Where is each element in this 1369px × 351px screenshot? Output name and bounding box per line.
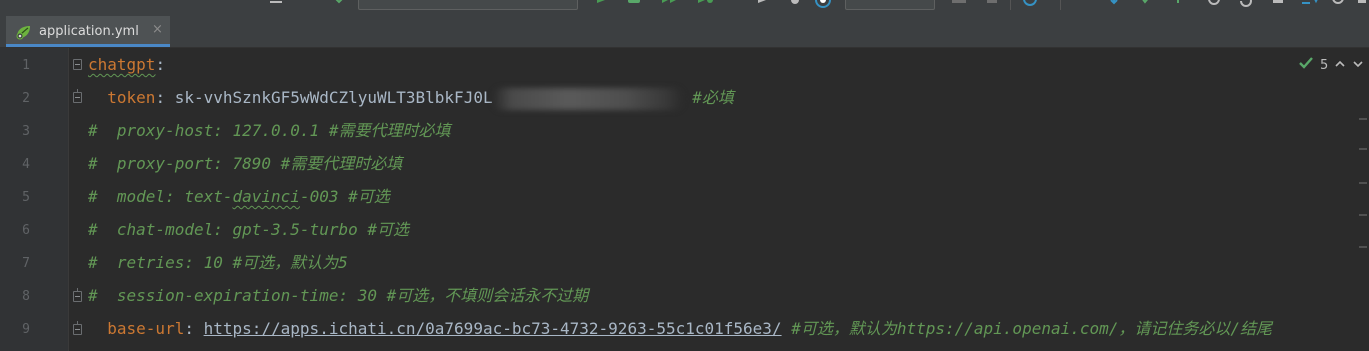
ide-settings-icon[interactable] bbox=[1330, 0, 1346, 8]
code-line-3[interactable]: # proxy-host: 127.0.0.1 #需要代理时必填 bbox=[88, 114, 450, 147]
settings-icon[interactable] bbox=[950, 0, 968, 8]
profile-avatar-icon[interactable] bbox=[1270, 0, 1286, 8]
line-number: 1 bbox=[22, 58, 30, 73]
fold-marker[interactable] bbox=[73, 59, 82, 70]
vcs-update-icon[interactable] bbox=[1108, 0, 1120, 8]
scroll-marker bbox=[1359, 148, 1367, 150]
stop-icon[interactable] bbox=[756, 0, 768, 8]
code-line-4[interactable]: # proxy-port: 7890 #需要代理时必填 bbox=[88, 147, 402, 180]
scroll-marker bbox=[1359, 214, 1367, 216]
url-link[interactable]: https://apps.ichati.cn/0a7699ac-bc73-473… bbox=[204, 319, 782, 338]
line-number: 6 bbox=[22, 223, 30, 238]
yaml-comment: # chat-model: gpt-3.5-turbo #可选 bbox=[88, 220, 409, 239]
main-toolbar bbox=[0, 0, 1369, 14]
scroll-marker bbox=[1359, 118, 1367, 120]
search-everywhere-icon[interactable] bbox=[1022, 0, 1040, 8]
expand-icon[interactable] bbox=[1356, 0, 1368, 8]
redacted-blur bbox=[492, 87, 683, 110]
code-line-2[interactable]: token: sk-vvhSznkGF5wWdCZlyuWLT3BlbkFJ0L… bbox=[88, 81, 734, 114]
line-number: 3 bbox=[22, 124, 30, 139]
token-value: sk-vvhSznkGF5wWdCZlyuWLT3BlbkFJ0L bbox=[174, 88, 493, 107]
coverage-icon[interactable] bbox=[660, 0, 680, 8]
fold-marker[interactable] bbox=[73, 89, 82, 103]
editor-tab-bar: application.yml × bbox=[0, 14, 1369, 48]
line-number: 7 bbox=[22, 256, 30, 271]
yaml-comment: -003 #可选 bbox=[299, 187, 390, 206]
inspection-count: 5 bbox=[1320, 57, 1329, 73]
debug-icon[interactable] bbox=[626, 0, 642, 8]
yaml-key: token bbox=[107, 88, 156, 107]
yaml-comment: #必填 bbox=[692, 88, 734, 107]
spring-leaf-icon bbox=[15, 24, 33, 40]
tab-application-yml[interactable]: application.yml × bbox=[6, 16, 170, 47]
vcs-commit-icon[interactable] bbox=[1140, 0, 1152, 8]
profile-icon[interactable] bbox=[696, 0, 716, 8]
yaml-comment: #可选，默认为https://api.openai.com/，请记住务必以/结尾 bbox=[791, 319, 1273, 338]
code-line-5[interactable]: # model: text-davinci-003 #可选 bbox=[88, 180, 390, 213]
line-number: 4 bbox=[22, 157, 30, 172]
layout-icon[interactable] bbox=[985, 0, 999, 8]
yaml-comment: # retries: 10 #可选，默认为5 bbox=[88, 253, 348, 272]
line-number: 2 bbox=[22, 91, 30, 106]
run-config-selector[interactable] bbox=[358, 0, 578, 10]
chevron-down-icon[interactable] bbox=[1352, 58, 1364, 73]
yaml-comment-typo: davinci bbox=[232, 187, 300, 206]
star-icon[interactable] bbox=[1300, 0, 1320, 8]
fold-marker[interactable] bbox=[73, 288, 82, 302]
active-tab-indicator bbox=[6, 44, 170, 47]
branch-selector[interactable] bbox=[845, 0, 935, 10]
yaml-comment: # model: text- bbox=[88, 187, 233, 206]
code-line-7[interactable]: # retries: 10 #可选，默认为5 bbox=[88, 246, 348, 279]
yaml-key: base-url bbox=[107, 319, 185, 338]
fold-marker[interactable] bbox=[73, 321, 82, 335]
code-line-8[interactable]: # session-expiration-time: 30 #可选，不填则会话永… bbox=[88, 279, 588, 312]
rollback-icon[interactable] bbox=[1238, 0, 1254, 8]
menu-icon[interactable] bbox=[268, 0, 284, 8]
tab-label: application.yml bbox=[39, 24, 139, 39]
update-icon[interactable] bbox=[814, 0, 832, 8]
scroll-marker bbox=[1359, 246, 1367, 248]
yaml-comment: # proxy-port: 7890 #需要代理时必填 bbox=[88, 154, 403, 173]
history-icon[interactable] bbox=[1206, 0, 1222, 8]
run-icon[interactable] bbox=[596, 0, 606, 8]
yaml-comment: # session-expiration-time: 30 #可选，不填则会话永… bbox=[88, 286, 589, 305]
yaml-comment: # proxy-host: 127.0.0.1 #需要代理时必填 bbox=[88, 121, 451, 140]
inspection-widget[interactable]: 5 bbox=[1298, 56, 1364, 74]
line-number: 5 bbox=[22, 190, 30, 205]
line-gutter: 1 2 3 4 5 6 7 8 9 bbox=[0, 48, 68, 351]
line-number: 8 bbox=[22, 289, 30, 304]
yaml-key: chatgpt bbox=[88, 55, 156, 74]
code-line-9[interactable]: base-url: https://apps.ichati.cn/0a7699a… bbox=[88, 312, 1272, 345]
close-icon[interactable]: × bbox=[152, 22, 163, 37]
build-icon[interactable] bbox=[333, 0, 347, 8]
line-number: 9 bbox=[22, 322, 30, 337]
code-editor[interactable]: 1 2 3 4 5 6 7 8 9 chatgpt: token: sk-vvh… bbox=[0, 48, 1369, 351]
check-icon bbox=[1298, 56, 1314, 74]
yaml-separator: : bbox=[184, 319, 204, 338]
vcs-push-icon[interactable] bbox=[1172, 0, 1184, 8]
chevron-up-icon[interactable] bbox=[1334, 58, 1346, 73]
yaml-separator: : bbox=[155, 88, 175, 107]
scroll-marker bbox=[1359, 182, 1367, 184]
yaml-separator: : bbox=[155, 55, 166, 74]
code-line-6[interactable]: # chat-model: gpt-3.5-turbo #可选 bbox=[88, 213, 409, 246]
bug-icon[interactable] bbox=[788, 0, 802, 8]
code-line-1[interactable]: chatgpt: bbox=[88, 48, 165, 81]
